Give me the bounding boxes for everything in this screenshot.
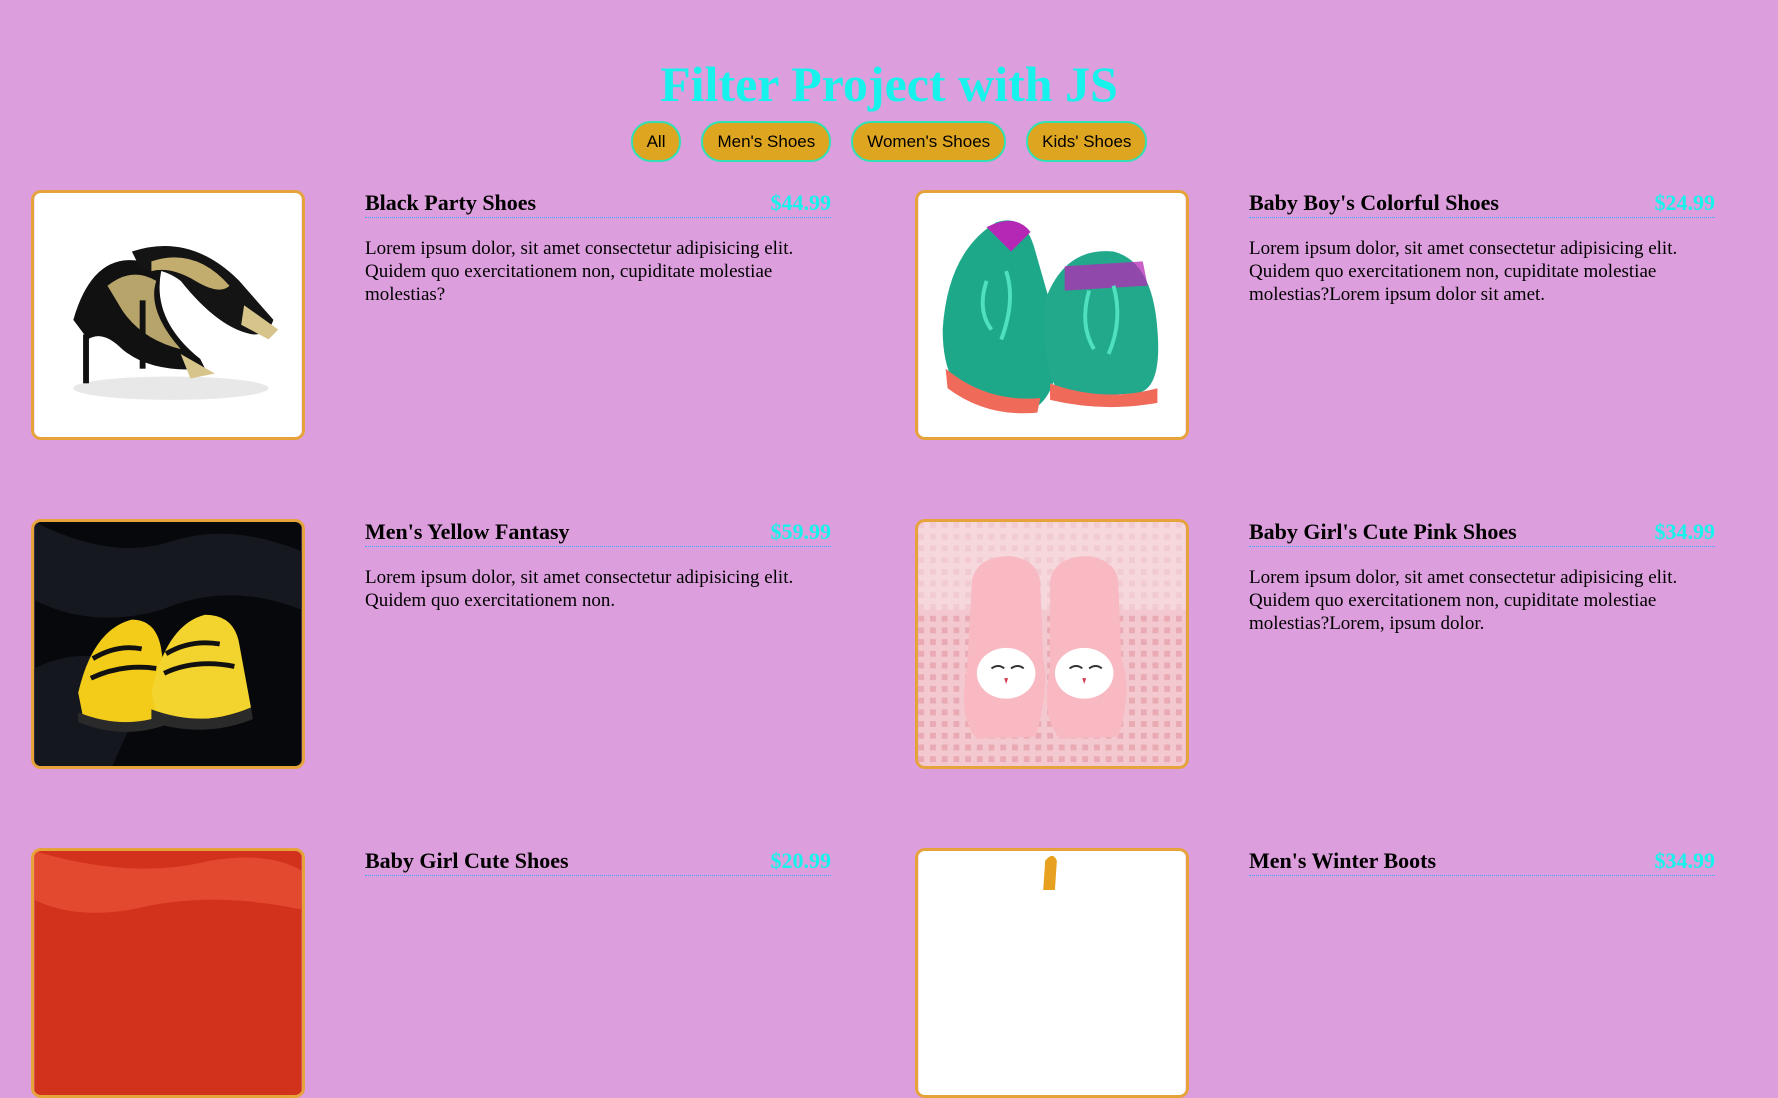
item-title: Men's Yellow Fantasy — [365, 519, 570, 544]
black-heels-image — [31, 190, 305, 440]
menu-item: Baby Girl Cute Shoes $20.99 — [31, 848, 871, 1098]
item-header: Baby Girl Cute Shoes $20.99 — [365, 848, 831, 876]
winter-boots-image — [915, 848, 1189, 1098]
item-title: Black Party Shoes — [365, 190, 537, 215]
item-info: Black Party Shoes $44.99 Lorem ipsum dol… — [365, 190, 831, 306]
item-info: Baby Girl Cute Shoes $20.99 — [365, 848, 831, 876]
item-price: $44.99 — [770, 190, 832, 215]
item-price: $24.99 — [1654, 190, 1716, 215]
item-title: Baby Girl's Cute Pink Shoes — [1249, 519, 1517, 544]
menu-item: Men's Yellow Fantasy $59.99 Lorem ipsum … — [31, 519, 871, 769]
pink-booties-image — [915, 519, 1189, 769]
red-shoes-image — [31, 848, 305, 1098]
item-title: Men's Winter Boots — [1249, 848, 1437, 873]
item-description: Lorem ipsum dolor, sit amet consectetur … — [1249, 567, 1678, 634]
item-info: Men's Winter Boots $34.99 — [1249, 848, 1715, 876]
item-info: Baby Boy's Colorful Shoes $24.99 Lorem i… — [1249, 190, 1715, 306]
item-description: Lorem ipsum dolor, sit amet consectetur … — [365, 567, 794, 611]
item-description: Lorem ipsum dolor, sit amet consectetur … — [1249, 238, 1678, 305]
item-info: Men's Yellow Fantasy $59.99 Lorem ipsum … — [365, 519, 831, 612]
item-header: Baby Girl's Cute Pink Shoes $34.99 — [1249, 519, 1715, 547]
item-title: Baby Girl Cute Shoes — [365, 848, 569, 873]
item-price: $20.99 — [770, 848, 832, 873]
item-header: Men's Yellow Fantasy $59.99 — [365, 519, 831, 547]
filter-womens-button[interactable]: Women's Shoes — [851, 121, 1007, 162]
item-title: Baby Boy's Colorful Shoes — [1249, 190, 1499, 215]
item-price: $59.99 — [770, 519, 832, 544]
filter-bar: All Men's Shoes Women's Shoes Kids' Shoe… — [0, 121, 1778, 162]
filter-mens-button[interactable]: Men's Shoes — [701, 121, 832, 162]
item-header: Baby Boy's Colorful Shoes $24.99 — [1249, 190, 1715, 218]
menu-item: Baby Girl's Cute Pink Shoes $34.99 Lorem… — [915, 519, 1755, 769]
yellow-sneakers-image — [31, 519, 305, 769]
item-info: Baby Girl's Cute Pink Shoes $34.99 Lorem… — [1249, 519, 1715, 635]
filter-kids-button[interactable]: Kids' Shoes — [1026, 121, 1148, 162]
item-price: $34.99 — [1654, 519, 1716, 544]
green-baby-shoes-image — [915, 190, 1189, 440]
filter-all-button[interactable]: All — [630, 121, 682, 162]
menu-item: Black Party Shoes $44.99 Lorem ipsum dol… — [31, 190, 871, 440]
page-title: Filter Project with JS — [660, 56, 1118, 112]
item-header: Black Party Shoes $44.99 — [365, 190, 831, 218]
item-price: $34.99 — [1654, 848, 1716, 873]
item-description: Lorem ipsum dolor, sit amet consectetur … — [365, 238, 794, 305]
menu-item: Men's Winter Boots $34.99 — [915, 848, 1755, 1098]
menu-item: Baby Boy's Colorful Shoes $24.99 Lorem i… — [915, 190, 1755, 440]
item-header: Men's Winter Boots $34.99 — [1249, 848, 1715, 876]
